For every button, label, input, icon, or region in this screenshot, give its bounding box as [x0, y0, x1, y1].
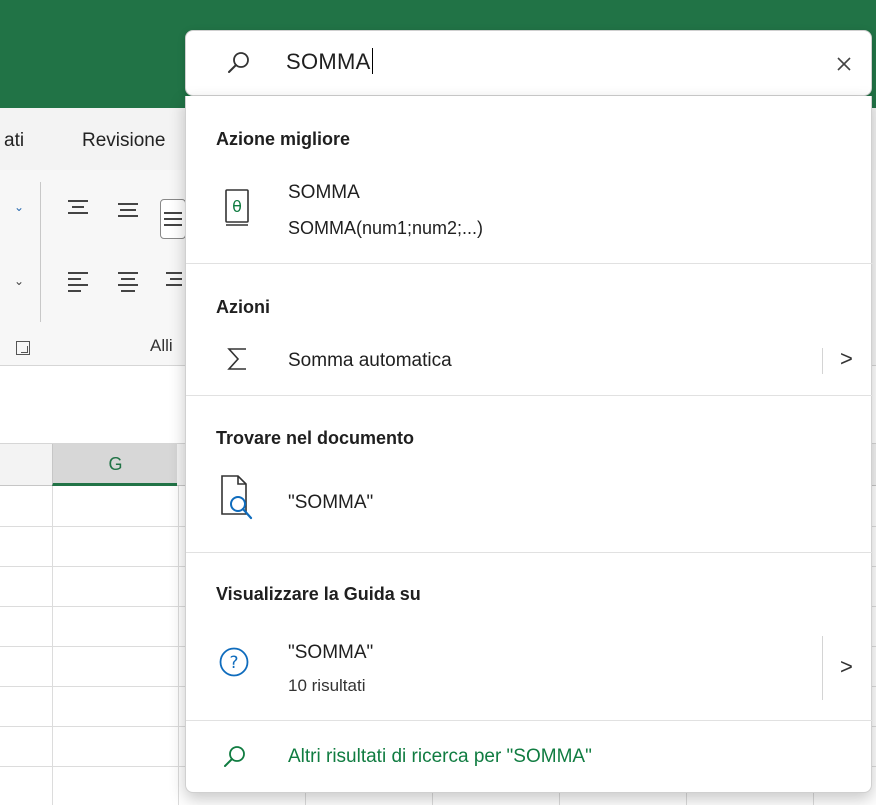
section-find-title: Trovare nel documento [216, 428, 415, 448]
find-query-label: "SOMMA" [288, 492, 374, 513]
more-results-label: Altri risultati di ricerca per "SOMMA" [288, 746, 592, 767]
help-query-label: "SOMMA" [288, 642, 374, 663]
tab-dati[interactable]: ati [4, 130, 24, 152]
search-box[interactable]: SOMMA [185, 30, 872, 96]
chevron-right-icon[interactable]: > [840, 346, 853, 372]
section-actions-title: Azioni [216, 297, 270, 317]
section-help-title: Visualizzare la Guida su [216, 584, 421, 604]
search-results-dropdown: Azione migliore θ SOMMA SOMMA(num1;num2;… [185, 96, 873, 793]
ribbon-separator [40, 182, 41, 322]
align-center-icon[interactable] [118, 272, 138, 292]
close-icon [837, 57, 851, 71]
item-separator [822, 348, 823, 374]
text-caret [371, 48, 373, 74]
dialog-launcher-icon[interactable] [16, 341, 30, 355]
find-in-document-item[interactable]: "SOMMA" [186, 468, 873, 538]
chevron-right-icon[interactable]: > [840, 654, 853, 680]
help-result-count: 10 risultati [288, 676, 366, 695]
search-icon [222, 744, 248, 775]
small-dropdown-icon[interactable]: ⌄ [14, 274, 24, 288]
align-left-icon[interactable] [68, 272, 88, 292]
help-results-item[interactable]: ? "SOMMA" 10 risultati > [186, 628, 873, 708]
help-circle-icon: ? [218, 646, 250, 683]
tab-revisione[interactable]: Revisione [82, 130, 165, 152]
sigma-icon [226, 346, 250, 377]
search-input[interactable]: SOMMA [286, 48, 373, 75]
align-right-icon[interactable] [166, 272, 182, 288]
autosum-action-item[interactable]: Somma automatica > [186, 336, 873, 386]
item-separator [822, 636, 823, 700]
divider [186, 552, 873, 553]
autosum-label: Somma automatica [288, 350, 452, 371]
function-syntax: SOMMA(num1;num2;...) [288, 218, 484, 238]
divider [186, 263, 873, 264]
alignment-group-label: Alli [150, 336, 173, 355]
align-top-icon[interactable] [68, 200, 88, 216]
align-middle-icon[interactable] [118, 203, 138, 219]
best-action-somma-item[interactable]: θ SOMMA SOMMA(num1;num2;...) [186, 170, 873, 260]
section-best-action-title: Azione migliore [216, 129, 351, 149]
dropdown-chevron-icon[interactable]: ⌄ [14, 200, 24, 214]
column-header-g[interactable]: G [52, 444, 177, 486]
search-icon [226, 50, 252, 76]
function-book-icon: θ [222, 188, 252, 235]
more-results-link[interactable]: Altri risultati di ricerca per "SOMMA" [186, 732, 873, 784]
align-bottom-button[interactable] [160, 199, 186, 239]
svg-text:θ: θ [232, 197, 242, 216]
divider [186, 720, 873, 721]
document-search-icon [220, 474, 258, 529]
svg-text:?: ? [229, 653, 238, 673]
function-name: SOMMA [288, 182, 360, 203]
close-button[interactable] [827, 47, 861, 81]
divider [186, 395, 873, 396]
